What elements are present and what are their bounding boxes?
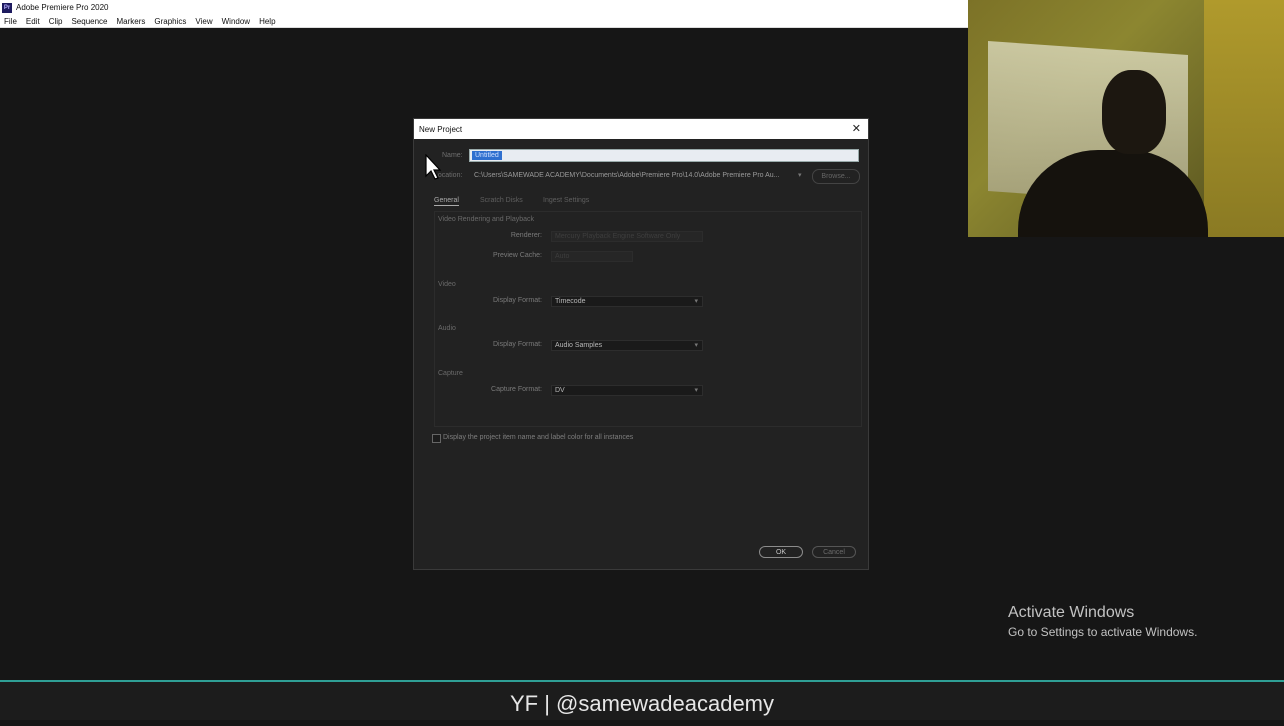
mouse-cursor-icon — [425, 154, 441, 180]
activate-windows-subtitle: Go to Settings to activate Windows. — [1008, 625, 1198, 639]
video-display-format-value: Timecode — [555, 298, 586, 305]
premiere-logo-icon: Pr — [2, 2, 12, 13]
renderer-value: Mercury Playback Engine Software Only — [555, 233, 681, 240]
audio-display-format-value: Audio Samples — [555, 342, 603, 349]
dialog-titlebar: New Project ✕ — [414, 119, 868, 139]
renderer-dropdown: Mercury Playback Engine Software Only — [551, 231, 703, 242]
activate-windows-watermark: Activate Windows Go to Settings to activ… — [1008, 604, 1197, 639]
location-path[interactable]: C:\Users\SAMEWADE ACADEMY\Documents\Adob… — [474, 172, 780, 179]
name-label: Name: — [442, 152, 463, 159]
section-video: Video — [438, 281, 456, 288]
video-display-format-dropdown[interactable]: Timecode ▾ — [551, 296, 703, 307]
tab-general[interactable]: General — [434, 197, 459, 206]
app-titlebar: Pr Adobe Premiere Pro 2020 — [0, 0, 968, 15]
section-audio: Audio — [438, 325, 456, 332]
ok-button[interactable]: OK — [759, 546, 803, 558]
preview-cache-value: Auto — [555, 253, 570, 260]
menu-bar: File Edit Clip Sequence Markers Graphics… — [0, 15, 968, 28]
chevron-down-icon[interactable]: ▾ — [798, 171, 802, 179]
capture-format-value: DV — [555, 387, 565, 394]
section-video-rendering: Video Rendering and Playback — [438, 216, 534, 223]
menu-file[interactable]: File — [4, 17, 17, 26]
tab-ingest-settings[interactable]: Ingest Settings — [543, 197, 589, 204]
webcam-person-head — [1102, 70, 1166, 154]
audio-display-format-dropdown[interactable]: Audio Samples ▾ — [551, 340, 703, 351]
new-project-dialog: New Project ✕ Name: Untitled Location: C… — [413, 118, 869, 570]
app-title: Adobe Premiere Pro 2020 — [16, 3, 109, 12]
dialog-title: New Project — [419, 124, 463, 134]
project-name-value: Untitled — [472, 151, 502, 160]
activate-windows-title: Activate Windows — [1008, 604, 1135, 621]
display-label-color-label: Display the project item name and label … — [443, 434, 634, 441]
menu-sequence[interactable]: Sequence — [71, 17, 107, 26]
webcam-wall — [1204, 0, 1284, 237]
chevron-down-icon: ▾ — [694, 342, 698, 349]
channel-caption-bar: YF | @samewadeacademy — [0, 680, 1284, 720]
display-label-color-checkbox[interactable] — [432, 434, 441, 443]
menu-view[interactable]: View — [195, 17, 212, 26]
webcam-overlay — [968, 0, 1284, 237]
capture-format-label: Capture Format: — [491, 386, 542, 393]
tab-scratch-disks[interactable]: Scratch Disks — [480, 197, 523, 204]
menu-edit[interactable]: Edit — [26, 17, 40, 26]
chevron-down-icon: ▾ — [694, 298, 698, 305]
capture-format-dropdown[interactable]: DV ▾ — [551, 385, 703, 396]
audio-display-format-label: Display Format: — [492, 341, 542, 348]
menu-window[interactable]: Window — [222, 17, 250, 26]
project-name-input[interactable]: Untitled — [469, 149, 859, 162]
menu-markers[interactable]: Markers — [117, 17, 146, 26]
menu-clip[interactable]: Clip — [49, 17, 63, 26]
menu-help[interactable]: Help — [259, 17, 275, 26]
video-display-format-label: Display Format: — [492, 297, 542, 304]
close-icon[interactable]: ✕ — [852, 122, 861, 135]
channel-caption: YF | @samewadeacademy — [509, 691, 775, 716]
preview-cache-label: Preview Cache: — [492, 252, 542, 259]
preview-cache-dropdown: Auto — [551, 251, 633, 262]
chevron-down-icon: ▾ — [694, 387, 698, 394]
cancel-button[interactable]: Cancel — [812, 546, 856, 558]
section-capture: Capture — [438, 370, 463, 377]
browse-button[interactable]: Browse... — [812, 169, 860, 184]
menu-graphics[interactable]: Graphics — [154, 17, 186, 26]
renderer-label: Renderer: — [510, 232, 542, 239]
